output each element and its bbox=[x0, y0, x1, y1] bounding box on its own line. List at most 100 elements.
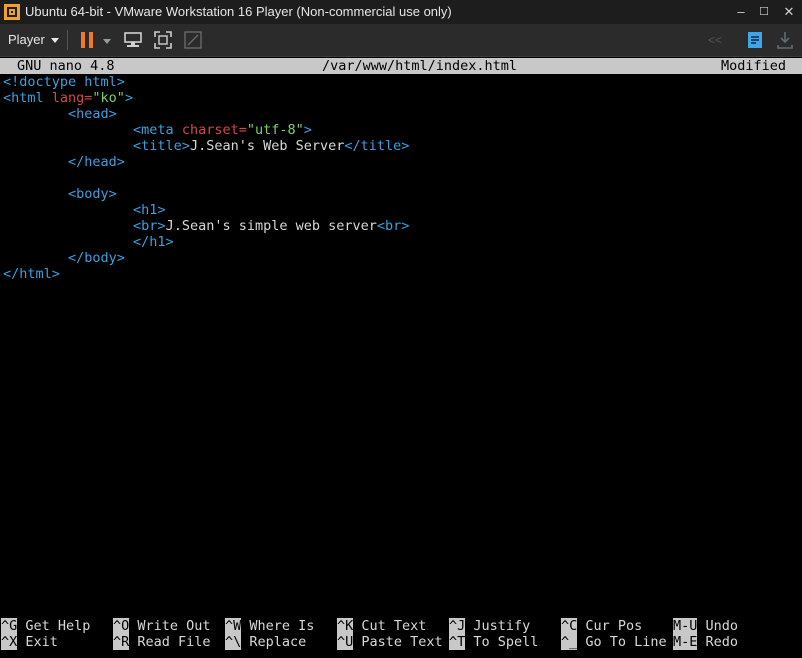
shortcut-item: ^W Where Is bbox=[225, 618, 314, 634]
code-line: </html> bbox=[3, 266, 60, 282]
notes-icon[interactable] bbox=[744, 29, 766, 51]
guest-terminal[interactable]: GNU nano 4.8 /var/www/html/index.html Mo… bbox=[0, 57, 802, 658]
vmware-app-icon bbox=[4, 4, 20, 20]
shortcut-item: ^_ Go To Line bbox=[561, 634, 667, 650]
code-token: > bbox=[124, 90, 134, 106]
shortcut-label: Undo bbox=[697, 618, 739, 634]
code-token: charset= bbox=[181, 122, 247, 138]
shortcut-key: ^O bbox=[113, 618, 130, 634]
collapse-library-icon[interactable]: << bbox=[708, 32, 722, 48]
shortcut-item: ^R Read File bbox=[113, 634, 211, 650]
shortcut-label: Go To Line bbox=[577, 634, 667, 650]
vmware-toolbar: Player << bbox=[0, 24, 802, 57]
shortcut-item: M-E Redo bbox=[673, 634, 738, 650]
shortcut-key: M-E bbox=[673, 634, 698, 650]
shortcut-label: Replace bbox=[241, 634, 307, 650]
code-line: <br>J.Sean's simple web server<br> bbox=[3, 218, 409, 234]
shortcut-key: ^\ bbox=[225, 634, 242, 650]
shortcut-label: Justify bbox=[465, 618, 531, 634]
shortcut-key: ^_ bbox=[561, 634, 578, 650]
shortcut-key: ^R bbox=[113, 634, 130, 650]
code-token: "ko" bbox=[92, 90, 125, 106]
code-line: <body> bbox=[3, 186, 117, 202]
shortcut-label: Paste Text bbox=[353, 634, 443, 650]
shortcut-item: ^U Paste Text bbox=[337, 634, 443, 650]
code-token: <head> bbox=[68, 106, 117, 122]
shortcut-label: To Spell bbox=[465, 634, 539, 650]
code-line: </body> bbox=[3, 250, 125, 266]
code-token: <br> bbox=[133, 218, 166, 234]
chevron-down-icon bbox=[50, 38, 59, 44]
code-token: "utf-8" bbox=[246, 122, 304, 138]
code-token: <html bbox=[3, 90, 52, 106]
code-token: <h1> bbox=[133, 202, 166, 218]
close-button[interactable]: ✕ bbox=[776, 0, 802, 24]
shortcut-item: ^J Justify bbox=[449, 618, 530, 634]
code-token: <body> bbox=[68, 186, 117, 202]
unity-mode-icon[interactable] bbox=[182, 29, 204, 51]
nano-version: GNU nano 4.8 bbox=[17, 58, 115, 74]
shortcut-key: ^W bbox=[225, 618, 242, 634]
shortcut-label: Exit bbox=[17, 634, 58, 650]
shortcut-item: ^O Write Out bbox=[113, 618, 211, 634]
shortcut-item: M-U Undo bbox=[673, 618, 738, 634]
code-line: <head> bbox=[3, 106, 117, 122]
code-line: <title>J.Sean's Web Server</title> bbox=[3, 138, 409, 154]
shortcut-key: ^K bbox=[337, 618, 354, 634]
code-token: </body> bbox=[68, 250, 125, 266]
shortcut-item: ^G Get Help bbox=[1, 618, 90, 634]
window-titlebar: Ubuntu 64-bit - VMware Workstation 16 Pl… bbox=[0, 0, 802, 24]
shortcut-key: ^C bbox=[561, 618, 578, 634]
shortcut-item: ^X Exit bbox=[1, 634, 58, 650]
shortcut-label: Where Is bbox=[241, 618, 315, 634]
power-dropdown-icon[interactable] bbox=[103, 39, 111, 44]
shortcut-label: Redo bbox=[697, 634, 739, 650]
code-line: <!doctype html> bbox=[3, 74, 125, 90]
code-line: <meta charset="utf-8"> bbox=[3, 122, 312, 138]
nano-modified-status: Modified bbox=[721, 58, 787, 74]
nano-filename: /var/www/html/index.html bbox=[322, 58, 518, 74]
code-token: </html> bbox=[3, 266, 60, 282]
shortcut-key: ^G bbox=[1, 618, 18, 634]
fullscreen-icon[interactable] bbox=[152, 29, 174, 51]
code-token: <!doctype html> bbox=[3, 74, 125, 90]
maximize-button[interactable]: ☐ bbox=[751, 0, 777, 24]
code-line: <html lang="ko"> bbox=[3, 90, 133, 106]
nano-title-bar: GNU nano 4.8 /var/www/html/index.html Mo… bbox=[0, 58, 802, 74]
code-line: </head> bbox=[3, 154, 125, 170]
code-token: lang= bbox=[51, 90, 93, 106]
player-menu-button[interactable]: Player bbox=[8, 32, 59, 48]
pause-icon[interactable] bbox=[76, 29, 98, 51]
shortcut-key: ^T bbox=[449, 634, 466, 650]
shortcut-item: ^\ Replace bbox=[225, 634, 306, 650]
code-token: > bbox=[303, 122, 312, 138]
shortcut-key: M-U bbox=[673, 618, 698, 634]
download-icon[interactable] bbox=[774, 29, 796, 51]
shortcut-key: ^X bbox=[1, 634, 18, 650]
window-title: Ubuntu 64-bit - VMware Workstation 16 Pl… bbox=[25, 4, 452, 19]
code-token: </h1> bbox=[133, 234, 174, 250]
shortcut-label: Get Help bbox=[17, 618, 91, 634]
shortcut-label: Cur Pos bbox=[577, 618, 643, 634]
shortcut-key: ^J bbox=[449, 618, 466, 634]
send-ctrl-alt-del-icon[interactable] bbox=[122, 29, 144, 51]
shortcut-item: ^K Cut Text bbox=[337, 618, 426, 634]
code-token: J.Sean's Web Server bbox=[189, 138, 345, 154]
shortcut-label: Cut Text bbox=[353, 618, 427, 634]
code-token: <meta bbox=[133, 122, 182, 138]
shortcut-item: ^T To Spell bbox=[449, 634, 538, 650]
code-line: </h1> bbox=[3, 234, 174, 250]
shortcut-label: Read File bbox=[129, 634, 211, 650]
code-token: <title> bbox=[133, 138, 190, 154]
code-line: <h1> bbox=[3, 202, 166, 218]
code-token: <br> bbox=[376, 218, 410, 234]
code-token: </head> bbox=[68, 154, 125, 170]
